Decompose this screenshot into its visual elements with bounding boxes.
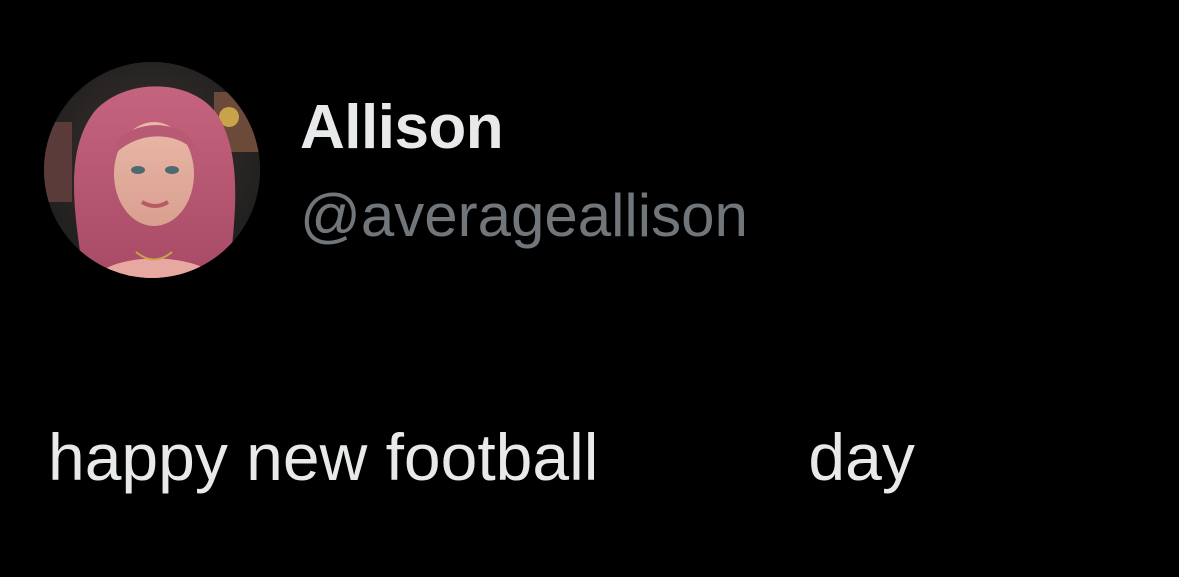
tweet-card: Allison @averageallison happy new footba… xyxy=(0,0,1179,577)
author-display-name[interactable]: Allison xyxy=(300,92,504,164)
tweet-text-part1: happy new football xyxy=(48,420,599,494)
author-handle[interactable]: @averageallison xyxy=(300,180,748,252)
profile-photo-icon xyxy=(44,62,260,278)
tweet-text-part2: day xyxy=(808,420,915,494)
tweet-text: happy new football day xyxy=(48,418,915,496)
avatar[interactable] xyxy=(44,62,260,278)
